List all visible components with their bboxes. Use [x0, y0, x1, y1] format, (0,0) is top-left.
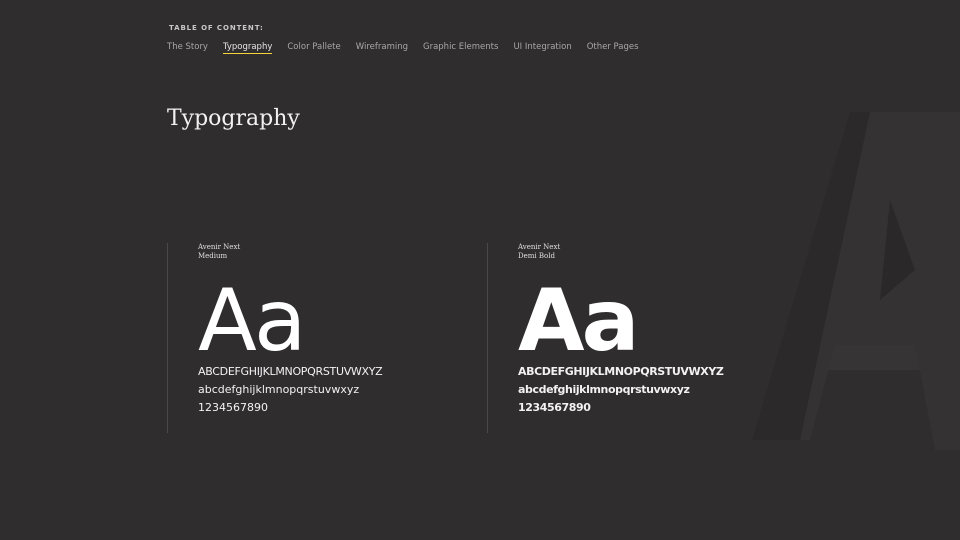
- toc-item-ui-integration[interactable]: UI Integration: [513, 42, 571, 54]
- font-family-name: Avenir Next: [198, 243, 241, 251]
- toc-item-typography[interactable]: Typography: [222, 42, 273, 54]
- toc-item-graphic-elements[interactable]: Graphic Elements: [423, 42, 498, 54]
- font-weight-name: Demi Bold: [518, 252, 555, 260]
- font-sample-aa: Aa: [518, 271, 640, 371]
- lowercase-glyphs: abcdefghijklmnopqrstuvwxyz: [518, 383, 690, 396]
- page-title: Typography: [167, 106, 300, 131]
- font-specimen-medium: Avenir Next Medium Aa ABCDEFGHIJKLMNOPQR…: [167, 243, 467, 433]
- toc-item-color-pallete[interactable]: Color Pallete: [287, 42, 340, 54]
- toc-item-other-pages[interactable]: Other Pages: [587, 42, 639, 54]
- lowercase-glyphs: abcdefghijklmnopqrstuvwxyz: [198, 383, 360, 396]
- uppercase-glyphs: ABCDEFGHIJKLMNOPQRSTUVWXYZ: [198, 365, 383, 378]
- toc-label: TABLE OF CONTENT:: [169, 24, 264, 32]
- font-weight-name: Medium: [198, 252, 228, 260]
- font-family-name: Avenir Next: [518, 243, 561, 251]
- font-sample-aa: Aa: [198, 271, 307, 371]
- toc-item-wireframing[interactable]: Wireframing: [356, 42, 408, 54]
- toc-item-the-story[interactable]: The Story: [167, 42, 208, 54]
- digit-glyphs: 1234567890: [518, 401, 591, 414]
- toc-nav: The Story Typography Color Pallete Wiref…: [167, 42, 639, 54]
- uppercase-glyphs: ABCDEFGHIJKLMNOPQRSTUVWXYZ: [518, 365, 724, 378]
- digit-glyphs: 1234567890: [198, 401, 268, 414]
- font-specimen-demi-bold: Avenir Next Demi Bold Aa ABCDEFGHIJKLMNO…: [487, 243, 787, 433]
